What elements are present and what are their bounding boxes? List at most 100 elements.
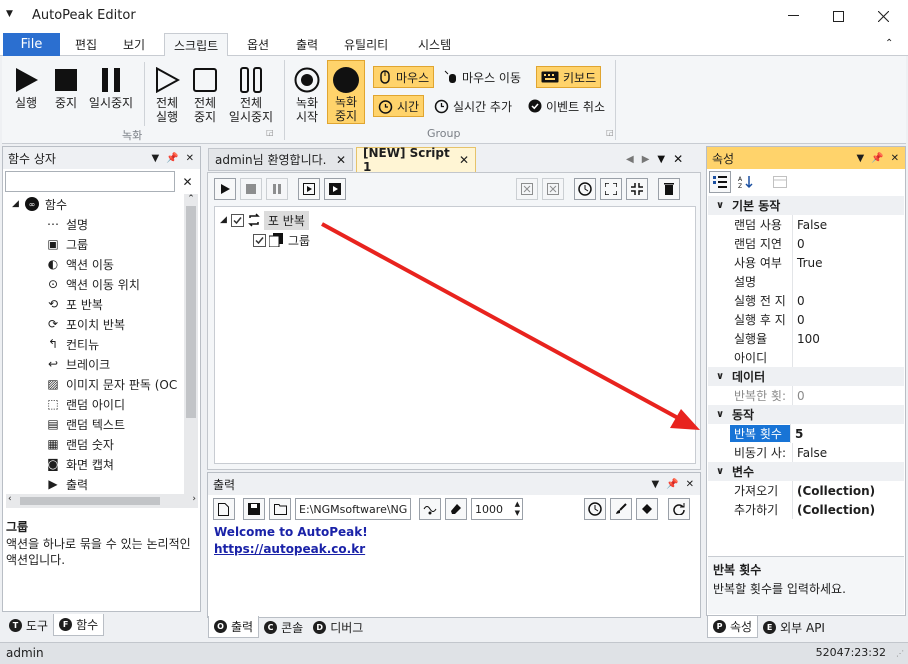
window-menu-icon[interactable]: ▼: [6, 9, 13, 19]
time-toggle[interactable]: 시간: [373, 95, 425, 117]
realtime-add-toggle[interactable]: 실시간 추가: [430, 95, 516, 117]
scroll-left-icon[interactable]: ◀: [626, 154, 634, 165]
keyboard-toggle[interactable]: 키보드: [536, 66, 602, 88]
eraser-button[interactable]: [445, 498, 467, 520]
property-row[interactable]: 랜덤 사용 False: [708, 215, 904, 234]
tab-external-api[interactable]: E 외부 API: [758, 616, 830, 638]
tab-list-icon[interactable]: ▼: [657, 154, 665, 165]
run-script-button[interactable]: [214, 178, 236, 200]
doc-tab-script[interactable]: [NEW] Script 1 ✕: [356, 146, 476, 174]
property-row[interactable]: 반복 횟수 5: [708, 424, 904, 443]
tab-output-log[interactable]: O 출력: [208, 616, 260, 638]
horizontal-scrollbar[interactable]: ‹ ›: [6, 494, 198, 508]
property-pages-button[interactable]: [769, 171, 791, 193]
function-item[interactable]: ▨ 이미지 문자 판독 (OC: [6, 374, 184, 394]
tab-properties[interactable]: P 속성: [707, 616, 759, 638]
tab-edit[interactable]: 편집: [66, 33, 106, 56]
new-output-button[interactable]: [213, 498, 235, 520]
chevron-down-icon[interactable]: ∨: [708, 466, 732, 477]
tab-options[interactable]: 옵션: [238, 33, 278, 56]
stop-script-button[interactable]: [240, 178, 262, 200]
tab-utility[interactable]: 유틸리티: [335, 33, 397, 56]
chevron-down-icon[interactable]: ∨: [708, 371, 732, 382]
function-item[interactable]: ⬚ 랜덤 아이디: [6, 394, 184, 414]
function-item[interactable]: ▶ 출력: [6, 474, 184, 494]
pause-all-button[interactable]: 전체 일시중지: [226, 64, 276, 124]
tab-console[interactable]: C 콘솔: [259, 616, 308, 638]
chevron-down-icon[interactable]: ∨: [708, 200, 732, 211]
format-button[interactable]: [419, 498, 441, 520]
mouse-move-toggle[interactable]: 마우스 이동: [440, 66, 525, 88]
mouse-click-toggle[interactable]: 마우스: [373, 66, 435, 88]
close-icon[interactable]: ✕: [891, 153, 899, 164]
dropdown-icon[interactable]: ▼: [856, 153, 864, 164]
function-item[interactable]: ↰ 컨티뉴: [6, 334, 184, 354]
pin-icon[interactable]: 📌: [166, 153, 178, 164]
function-item[interactable]: ⊙ 액션 이동 위치: [6, 274, 184, 294]
property-row[interactable]: 실행 후 지0: [708, 310, 904, 329]
dialog-launcher-icon[interactable]: ◲: [606, 128, 614, 137]
function-item[interactable]: ⋯ 설명: [6, 214, 184, 234]
property-row[interactable]: 반복한 횟: 0: [708, 386, 904, 405]
open-folder-button[interactable]: [269, 498, 291, 520]
property-category[interactable]: ∨ 기본 동작: [708, 196, 904, 215]
play-button[interactable]: 실행: [8, 64, 44, 110]
resize-grip-icon[interactable]: ⋰: [896, 649, 904, 658]
expand-icon[interactable]: ◢: [220, 215, 227, 225]
expand-all-button[interactable]: [600, 178, 622, 200]
close-document-icon[interactable]: ✕: [673, 152, 683, 166]
maximize-button[interactable]: [815, 0, 861, 32]
expand-icon[interactable]: ◢: [12, 199, 19, 209]
disabled-x-button[interactable]: [516, 178, 538, 200]
close-icon[interactable]: ✕: [186, 153, 194, 164]
run-all-button[interactable]: 전체 실행: [150, 64, 184, 124]
vertical-scrollbar[interactable]: ⌃: [184, 194, 198, 494]
doc-tab-welcome[interactable]: admin님 환영합니다. ✕: [208, 148, 353, 171]
function-search-input[interactable]: [5, 171, 175, 192]
line-count-spinner[interactable]: 1000 ▲ ▼: [471, 498, 523, 520]
property-row[interactable]: 가져오기 (Collection): [708, 481, 904, 500]
pause-script-button[interactable]: [266, 178, 288, 200]
function-item[interactable]: ▣ 그룹: [6, 234, 184, 254]
chevron-down-icon[interactable]: ∨: [708, 409, 732, 420]
property-row[interactable]: 실행율 100: [708, 329, 904, 348]
brush-button[interactable]: [610, 498, 632, 520]
tab-tools[interactable]: T 도구: [4, 614, 53, 636]
dropdown-icon[interactable]: ▼: [151, 153, 159, 164]
property-row[interactable]: 사용 여부 True: [708, 253, 904, 272]
function-item[interactable]: ◐ 액션 이동: [6, 254, 184, 274]
tab-file[interactable]: File: [3, 33, 60, 56]
dialog-launcher-icon[interactable]: ◲: [266, 128, 274, 137]
collapse-all-button[interactable]: [626, 178, 648, 200]
tree-root-functions[interactable]: ◢ ∞ 함수: [6, 194, 184, 214]
run-from-button[interactable]: [324, 178, 346, 200]
tab-view[interactable]: 보기: [114, 33, 154, 56]
close-button[interactable]: [860, 0, 906, 32]
output-path-input[interactable]: E:\NGMsoftware\NG: [295, 498, 411, 520]
property-category[interactable]: ∨ 동작: [708, 405, 904, 424]
checkbox-checked-icon[interactable]: [253, 233, 266, 247]
close-icon[interactable]: ✕: [686, 479, 694, 490]
property-category[interactable]: ∨ 데이터: [708, 367, 904, 386]
property-row[interactable]: 비동기 사: False: [708, 443, 904, 462]
property-row[interactable]: 아이디: [708, 348, 904, 367]
refresh-button[interactable]: [668, 498, 690, 520]
clear-search-icon[interactable]: ✕: [177, 171, 198, 192]
tab-system[interactable]: 시스템: [409, 33, 460, 56]
checkbox-checked-icon[interactable]: [230, 213, 244, 227]
minimize-button[interactable]: [770, 0, 816, 32]
dropdown-icon[interactable]: ▼: [651, 479, 659, 490]
alphabetical-view-button[interactable]: AZ: [735, 171, 757, 193]
step-run-button[interactable]: [298, 178, 320, 200]
property-row[interactable]: 설명: [708, 272, 904, 291]
stop-all-button[interactable]: 전체 중지: [188, 64, 222, 124]
scroll-right-icon[interactable]: ▶: [642, 154, 650, 165]
save-button[interactable]: [243, 498, 265, 520]
pin-icon[interactable]: 📌: [871, 153, 883, 164]
event-cancel-toggle[interactable]: 이벤트 취소: [524, 95, 609, 117]
property-row[interactable]: 실행 전 지0: [708, 291, 904, 310]
property-category[interactable]: ∨ 변수: [708, 462, 904, 481]
delete-button[interactable]: [658, 178, 680, 200]
tree-node-group[interactable]: 그룹: [253, 230, 310, 250]
fill-color-button[interactable]: [636, 498, 658, 520]
